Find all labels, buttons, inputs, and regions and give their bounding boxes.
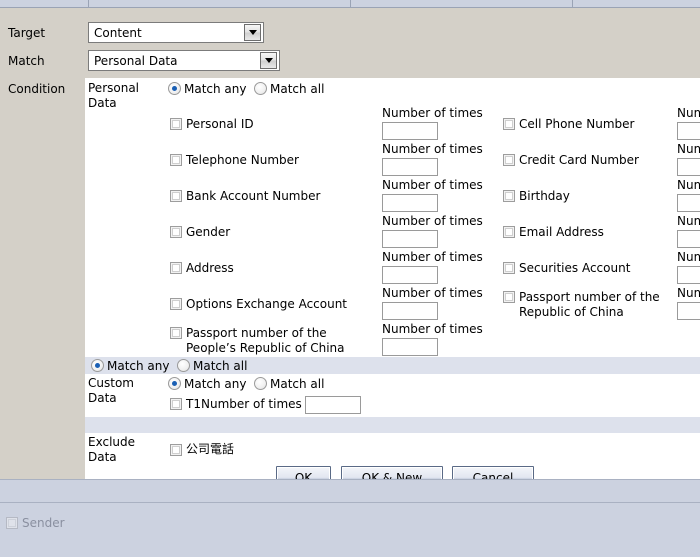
checkbox-custom-t1[interactable] xyxy=(170,398,182,410)
count-label-cell-phone-number: Number of times xyxy=(677,106,700,120)
chevron-down-icon[interactable] xyxy=(244,24,261,41)
dialog-root: Target Content Match Personal Data Condi… xyxy=(0,0,700,557)
count-input-birthday[interactable] xyxy=(677,194,700,212)
label-address: Address xyxy=(186,261,234,275)
count-input-securities-account[interactable] xyxy=(677,266,700,284)
checkbox-passport-roc[interactable] xyxy=(503,291,515,303)
label-telephone-number: Telephone Number xyxy=(186,153,299,167)
checkbox-gender[interactable] xyxy=(170,226,182,238)
custom-data-match-all-label: Match all xyxy=(270,377,324,391)
label-custom-t1: T1 xyxy=(186,397,201,411)
label-passport-roc: Passport number of the Republic of China xyxy=(519,290,694,320)
checkbox-personal-id[interactable] xyxy=(170,118,182,130)
count-label-email-address: Number of times xyxy=(677,214,700,228)
target-label: Target xyxy=(8,26,45,41)
count-label-birthday: Number of times xyxy=(677,178,700,192)
count-input-custom-t1[interactable] xyxy=(305,396,361,414)
condition-label: Condition xyxy=(8,82,65,97)
checkbox-bank-account-number[interactable] xyxy=(170,190,182,202)
checkbox-email-address[interactable] xyxy=(503,226,515,238)
checkbox-exclude-company-phone[interactable] xyxy=(170,444,182,456)
count-input-gender[interactable] xyxy=(382,230,438,248)
count-input-options-exchange-account[interactable] xyxy=(382,302,438,320)
label-securities-account: Securities Account xyxy=(519,261,630,275)
group-match-all-label: Match all xyxy=(193,359,247,373)
label-cell-phone-number: Cell Phone Number xyxy=(519,117,634,131)
count-input-credit-card-number[interactable] xyxy=(677,158,700,176)
match-label: Match xyxy=(8,54,45,69)
form-area: Target Content Match Personal Data Condi… xyxy=(0,9,700,479)
target-dropdown-value: Content xyxy=(89,26,244,40)
count-label-gender: Number of times xyxy=(382,214,483,228)
custom-data-match-any-label: Match any xyxy=(184,377,247,391)
label-gender: Gender xyxy=(186,225,230,239)
checkbox-birthday[interactable] xyxy=(503,190,515,202)
label-exclude-company-phone: 公司電話 xyxy=(186,442,234,456)
count-input-email-address[interactable] xyxy=(677,230,700,248)
checkbox-securities-account[interactable] xyxy=(503,262,515,274)
count-input-cell-phone-number[interactable] xyxy=(677,122,700,140)
checkbox-credit-card-number[interactable] xyxy=(503,154,515,166)
personal-data-match-all-label: Match all xyxy=(270,82,324,96)
group-match-any-radio[interactable] xyxy=(91,359,104,372)
personal-data-match-all-radio[interactable] xyxy=(254,82,267,95)
count-input-personal-id[interactable] xyxy=(382,122,438,140)
custom-data-group-label: Custom Data xyxy=(88,376,148,406)
window-top-strip xyxy=(0,0,700,8)
label-personal-id: Personal ID xyxy=(186,117,254,131)
count-label-personal-id: Number of times xyxy=(382,106,483,120)
count-input-passport-prc[interactable] xyxy=(382,338,438,356)
count-label-telephone-number: Number of times xyxy=(382,142,483,156)
label-birthday: Birthday xyxy=(519,189,570,203)
condition-panel: Personal Data Match any Match all Person… xyxy=(85,78,700,479)
label-email-address: Email Address xyxy=(519,225,604,239)
personal-data-match-any-label: Match any xyxy=(184,82,247,96)
custom-data-match-any-radio[interactable] xyxy=(168,377,181,390)
count-label-bank-account-number: Number of times xyxy=(382,178,483,192)
target-dropdown[interactable]: Content xyxy=(88,22,264,43)
count-input-telephone-number[interactable] xyxy=(382,158,438,176)
checkbox-passport-prc[interactable] xyxy=(170,327,182,339)
chevron-down-icon[interactable] xyxy=(260,52,277,69)
label-passport-prc: Passport number of the People’s Republic… xyxy=(186,326,376,356)
footer-strip: Sender xyxy=(0,479,700,557)
checkbox-options-exchange-account[interactable] xyxy=(170,298,182,310)
group-match-any-label: Match any xyxy=(107,359,170,373)
checkbox-telephone-number[interactable] xyxy=(170,154,182,166)
match-dropdown-value: Personal Data xyxy=(89,54,260,68)
count-label-passport-prc: Number of times xyxy=(382,322,483,336)
count-input-address[interactable] xyxy=(382,266,438,284)
checkbox-address[interactable] xyxy=(170,262,182,274)
count-input-passport-roc[interactable] xyxy=(677,302,700,320)
exclude-separator-band xyxy=(85,417,700,433)
exclude-data-group-label: Exclude Data xyxy=(88,435,148,465)
count-label-passport-roc: Number of times xyxy=(677,286,700,300)
checkbox-sender[interactable] xyxy=(6,517,18,529)
personal-data-match-any-radio[interactable] xyxy=(168,82,181,95)
label-sender: Sender xyxy=(22,516,65,530)
label-credit-card-number: Credit Card Number xyxy=(519,153,639,167)
count-input-bank-account-number[interactable] xyxy=(382,194,438,212)
count-label-credit-card-number: Number of times xyxy=(677,142,700,156)
personal-data-group-label: Personal Data xyxy=(88,81,148,111)
label-bank-account-number: Bank Account Number xyxy=(186,189,320,203)
count-label-custom-t1: Number of times xyxy=(201,397,302,411)
match-dropdown[interactable]: Personal Data xyxy=(88,50,280,71)
custom-data-match-all-radio[interactable] xyxy=(254,377,267,390)
label-options-exchange-account: Options Exchange Account xyxy=(186,297,347,311)
checkbox-cell-phone-number[interactable] xyxy=(503,118,515,130)
count-label-address: Number of times xyxy=(382,250,483,264)
group-match-all-radio[interactable] xyxy=(177,359,190,372)
count-label-securities-account: Number of times xyxy=(677,250,700,264)
count-label-options-exchange-account: Number of times xyxy=(382,286,483,300)
